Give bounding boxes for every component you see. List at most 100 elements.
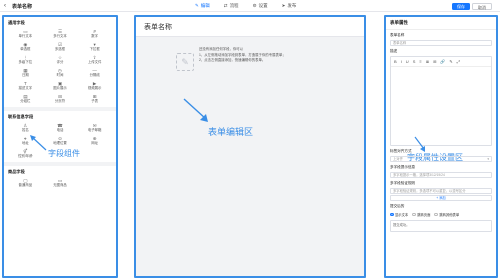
field-item[interactable]: ⊞ 子表 [77,93,112,104]
section-title: 联系信息字段 [8,114,34,119]
field-item[interactable]: ♙ 姓名 [8,122,43,133]
field-item[interactable]: ☰ 多行文本 [43,28,78,39]
field-item[interactable]: ◉ 单选框 [8,41,43,52]
field-label: 多选框 [54,47,66,51]
annotation-arrow-left [30,135,47,151]
field-label: 单行文本 [18,34,33,38]
edit-icon: ✎ [195,3,199,8]
field-label: 子表 [91,99,99,103]
section-title: 通用字段 [8,20,25,25]
field-grid: ▭ 单行文本 ☰ 多行文本 # 数字 ◉ 单选框 ☑ 多选框 ▾ 下拉框 ⋮ 多级下拉 ☆ 评分 ⇪ 上传文件 ▦ 日… [4,28,116,104]
annotation-arrow-mid [183,98,208,122]
radio-dot [412,212,416,217]
field-label: 网址 [91,141,99,145]
field-components-panel: 通用字段 ▭ 单行文本 ☰ 多行文本 # 数字 ◉ 单选框 ☑ 多选框 ▾ 下拉框 ⋮ 多级下拉 ☆ 评分 ⇪ 上传… [2,15,118,278]
field-label: 评分 [56,60,64,64]
field-item[interactable]: ☑ 多选框 [43,41,78,52]
editor-toolbar: B I U S ≡ ≣ ⊞ 🔗 ✎ ⤢ [391,57,491,67]
field-item[interactable]: ⇪ 上传文件 [77,54,112,65]
field-label: 描述文字 [18,86,33,90]
field-item[interactable]: ✉ 电子邮箱 [77,122,112,133]
tab-settings[interactable]: ⚙ 设置 [253,3,268,9]
radio-show-text[interactable]: 显示文本 [390,212,408,217]
field-item[interactable]: ⋮ 多级下拉 [8,54,43,65]
form-header: 表单名称 [136,17,364,37]
field-label: 下拉框 [89,47,100,51]
field-label: 普通商品 [18,183,33,187]
chevron-down-icon: ▾ [487,157,489,161]
field-label: 地理位置 [53,141,67,145]
empty-hint: ✎ 还没有添加任何字段，你可以 1、从左侧拖动添加字段到表单，打造属于你的专属表… [176,47,326,97]
toolbar-button[interactable]: U [406,59,409,64]
tab-edit[interactable]: ✎ 编辑 [195,3,210,9]
field-label: 日期 [21,73,29,77]
radio-jump-form[interactable]: 跳转其他表单 [434,212,459,217]
gear-icon: ⚙ [252,3,257,8]
field-sections: 通用字段 ▭ 单行文本 ☰ 多行文本 # 数字 ◉ 单选框 ☑ 多选框 ▾ 下拉框 ⋮ 多级下拉 ☆ 评分 ⇪ 上传… [4,17,116,188]
save-button[interactable]: 保存 [452,2,470,10]
field-item[interactable]: ☎ 电话 [43,122,78,133]
form-name-label: 表单名称 [390,33,405,37]
toolbar-button[interactable]: ⊞ [433,59,436,64]
field-item[interactable]: T 描述文字 [8,80,43,91]
field-label: 分页符 [54,99,66,103]
field-item[interactable]: ▭ 单行文本 [8,28,43,39]
radio-dot [434,212,438,217]
multi-rule-input[interactable]: 多字段验证规则，多选项不可以重复，以逗号区分 [390,188,492,194]
field-item[interactable]: ⊟ 分页符 [43,93,78,104]
toolbar-button[interactable]: B [394,59,397,64]
toolbar-button[interactable]: ≣ [426,59,429,64]
after-submit-label: 提交后的 [390,204,405,208]
field-item[interactable]: ◷ 时间 [43,67,78,78]
properties-heading: 表单属性 [386,17,496,30]
description-editor[interactable]: B I U S ≡ ≣ ⊞ 🔗 ✎ ⤢ 字段属性设置区 [390,56,492,162]
hint-text: 还没有添加任何字段，你可以 1、从左侧拖动添加字段到表单，打造属于你的专属表单；… [199,47,286,64]
field-label: 视频展示 [87,86,102,90]
cancel-button[interactable]: 取消 [472,2,492,10]
field-label: 性别/年龄 [18,154,33,158]
field-item[interactable]: ▢ 普通商品 [8,177,43,188]
label-align-select[interactable]: 上对齐 ▾ [390,156,492,162]
field-label: 多级下拉 [18,60,33,64]
hint-line-3: 2、点击左侧直接添加，快速编辑你的表单。 [199,58,266,63]
field-item[interactable]: # 数字 [77,28,112,39]
toolbar-button[interactable]: S [413,59,416,64]
field-item[interactable]: ▦ 日期 [8,67,43,78]
placeholder-input[interactable]: 多字段提示一格，选择项3/12/19/24 [390,172,492,178]
field-grid: ▢ 普通商品 ▭ 无图商品 [4,177,116,188]
field-label: 分隔线 [89,73,100,77]
arrow-left-icon[interactable]: ‹ [4,3,6,9]
empty-form-icon: ✎ [176,53,194,71]
flow-icon: ⇄ [223,3,228,8]
toolbar-button[interactable]: ✎ [449,59,452,64]
field-label: 电子邮箱 [87,128,102,132]
toolbar-button[interactable]: ≡ [419,59,421,64]
tab-flow[interactable]: ⇄ 流程 [224,3,239,9]
field-label: 姓名 [21,128,29,132]
field-item[interactable]: ☆ 评分 [43,54,78,65]
toolbar-button[interactable]: ⤢ [457,59,460,64]
field-label: 图片展示 [53,86,67,90]
field-item[interactable]: ▤ 分组栏 [8,93,43,104]
tab-publish[interactable]: ➤ 发布 [282,3,297,9]
form-name-input[interactable]: 表单名称 [390,40,492,46]
field-item[interactable]: ⊕ 网址 [77,135,112,146]
section-title: 商品字段 [8,169,25,174]
form-title: 表单名称 [12,4,33,10]
field-item[interactable]: ▭ 无图商品 [43,177,78,188]
toolbar-button[interactable]: I [401,59,402,64]
field-item[interactable]: — 分隔线 [77,67,112,78]
field-item[interactable]: ▶ 视频展示 [77,80,112,91]
field-label: 时间 [56,73,64,77]
multi-rule-label: 多字段验证规则 [390,181,416,185]
field-item[interactable]: ▾ 下拉框 [77,41,112,52]
top-bar: ‹ 表单名称 ✎ 编辑 ⇄ 流程 ⚙ 设置 ➤ 发布 保存 取消 [0,0,500,12]
form-name-heading: 表单名称 [144,23,172,31]
toolbar-button[interactable]: 🔗 [440,59,445,64]
after-submit-options: 显示文本 跳转页面 跳转其他表单 [386,210,496,219]
field-item[interactable]: ▣ 图片展示 [43,80,78,91]
field-label: 电话 [56,128,64,132]
description-label: 描述 [390,49,398,53]
radio-jump-page[interactable]: 跳转页面 [412,212,430,217]
submit-text-input[interactable]: 提交成功。 [390,220,492,232]
